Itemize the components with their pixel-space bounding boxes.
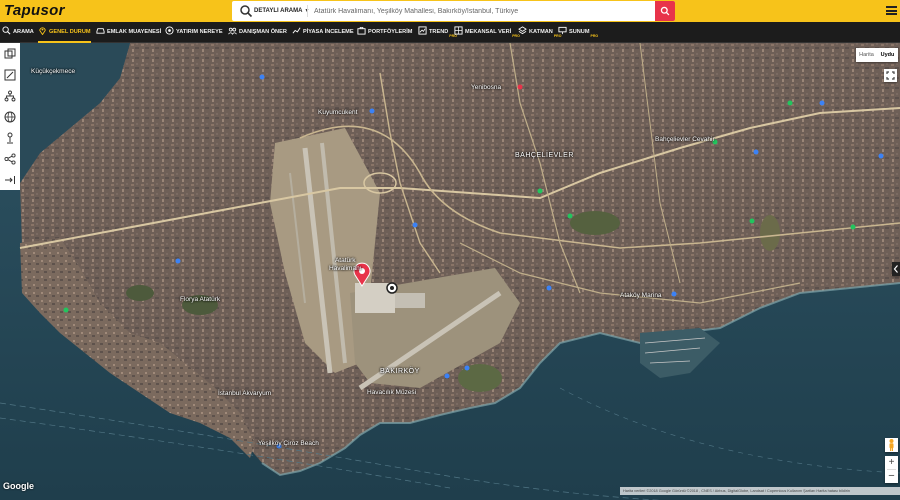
- zoom-in-button[interactable]: +: [885, 456, 898, 469]
- street-view-pegman-button[interactable]: [885, 438, 898, 452]
- nav-label: TREND: [429, 29, 449, 35]
- trend-icon: [418, 26, 427, 35]
- map-tools-panel: [0, 43, 20, 190]
- nav-label: DANIŞMAN ÖNER: [239, 29, 287, 35]
- presentation-icon: [558, 26, 567, 35]
- collapse-panel-icon[interactable]: [4, 174, 16, 186]
- nav-label: SUNUM: [569, 29, 590, 35]
- map-type-map-button[interactable]: Harita: [856, 48, 877, 62]
- map-label: İstanbul Akvaryum: [218, 390, 272, 397]
- group-icon: [228, 27, 237, 35]
- map-label: Havacılık Müzesi: [367, 389, 417, 396]
- fullscreen-button[interactable]: [884, 69, 897, 82]
- expand-icon[interactable]: [4, 69, 16, 81]
- share-icon[interactable]: [4, 153, 16, 165]
- google-logo: Google: [3, 481, 34, 491]
- main-nav: ARAMA GENEL DURUM EMLAK MUAYENESİ YATIRI…: [0, 22, 900, 43]
- nav-label: GENEL DURUM: [49, 29, 91, 35]
- map-type-switch: Harita Uydu: [856, 48, 898, 62]
- pegman-icon: [889, 439, 894, 451]
- map-label: BAKIRKÖY: [380, 368, 420, 375]
- map-type-satellite-button[interactable]: Uydu: [877, 48, 898, 62]
- search-icon: [660, 6, 670, 16]
- target-icon: [165, 26, 174, 35]
- nav-label: PORTFÖYLERİM: [368, 29, 413, 35]
- nav-sunum[interactable]: SUNUMPRO: [558, 22, 598, 43]
- satellite-map[interactable]: Küçükçekmece Kuyumcukent Yenibosna BAHÇE…: [0, 43, 900, 500]
- briefcase-icon: [357, 27, 366, 35]
- nav-label: YATIRIM NEREYE: [176, 29, 223, 35]
- map-label: Kuyumcukent: [318, 109, 358, 116]
- hamburger-menu-icon[interactable]: [886, 6, 897, 15]
- nav-danisman-oner[interactable]: DANIŞMAN ÖNER: [228, 22, 287, 43]
- layers-icon: [518, 26, 527, 35]
- nav-piyasa-inceleme[interactable]: PİYASA İNCELEME: [292, 22, 354, 43]
- search-bar: DETAYLI ARAMA▼: [232, 1, 675, 21]
- nav-label: KATMAN: [529, 29, 553, 35]
- advanced-search-label: DETAYLI ARAMA: [254, 8, 303, 14]
- pro-badge: PRO: [590, 34, 599, 38]
- globe-icon[interactable]: [4, 111, 16, 123]
- nav-genel-durum[interactable]: GENEL DURUM: [38, 22, 91, 43]
- nav-label: MEKANSAL VERİ: [465, 29, 512, 35]
- nav-label: PİYASA İNCELEME: [303, 29, 354, 35]
- zoom-controls: + −: [885, 456, 898, 483]
- nav-mekansal-veri[interactable]: MEKANSAL VERİPRO: [454, 22, 520, 43]
- nav-arama[interactable]: ARAMA: [2, 22, 34, 43]
- search-submit-button[interactable]: [655, 1, 675, 21]
- map-label: BAHÇELİEVLER: [515, 152, 574, 159]
- top-bar: Tapusor DETAYLI ARAMA▼: [0, 0, 900, 22]
- location-pin-icon: [39, 27, 46, 36]
- map-imagery: [0, 43, 900, 500]
- map-label: Ataköy Marina: [620, 292, 662, 299]
- search-input[interactable]: [314, 1, 644, 21]
- map-label: Küçükçekmece: [31, 68, 76, 75]
- fullscreen-icon: [886, 71, 895, 80]
- search-icon: [240, 5, 253, 18]
- map-label: Florya Atatürk: [180, 296, 221, 303]
- app-logo[interactable]: Tapusor: [4, 2, 65, 19]
- car-icon: [96, 28, 105, 34]
- nav-yatirim-nereye[interactable]: YATIRIM NEREYE: [165, 22, 223, 43]
- side-panel-toggle[interactable]: [892, 262, 900, 276]
- nav-portfoylerim[interactable]: PORTFÖYLERİM: [357, 22, 412, 43]
- zoom-out-button[interactable]: −: [885, 470, 898, 483]
- grid-icon: [454, 26, 463, 35]
- map-attribution[interactable]: Harita verileri ©2018 Google Görüntü ©20…: [620, 487, 900, 495]
- map-label: Yeşilköy Çiroz Beach: [258, 440, 319, 447]
- nav-emlak-muayenesi[interactable]: EMLAK MUAYENESİ: [96, 22, 161, 43]
- nav-katman[interactable]: KATMANPRO: [518, 22, 561, 43]
- layers-icon[interactable]: [4, 48, 16, 60]
- map-label: Yenibosna: [471, 84, 502, 91]
- nav-label: EMLAK MUAYENESİ: [107, 29, 162, 35]
- nav-label: ARAMA: [13, 29, 34, 35]
- hierarchy-icon[interactable]: [4, 90, 16, 102]
- street-view-icon[interactable]: [4, 132, 16, 144]
- map-label: Atatürk Havalimanı: [329, 257, 362, 272]
- chart-icon: [292, 27, 301, 34]
- nav-trend[interactable]: TRENDPRO: [418, 22, 457, 43]
- chevron-left-icon: [893, 265, 898, 273]
- search-divider: [307, 5, 308, 17]
- advanced-search-button[interactable]: DETAYLI ARAMA▼: [254, 1, 309, 21]
- search-icon: [2, 26, 11, 35]
- map-label: Bahçelievler Cevahir: [655, 136, 715, 143]
